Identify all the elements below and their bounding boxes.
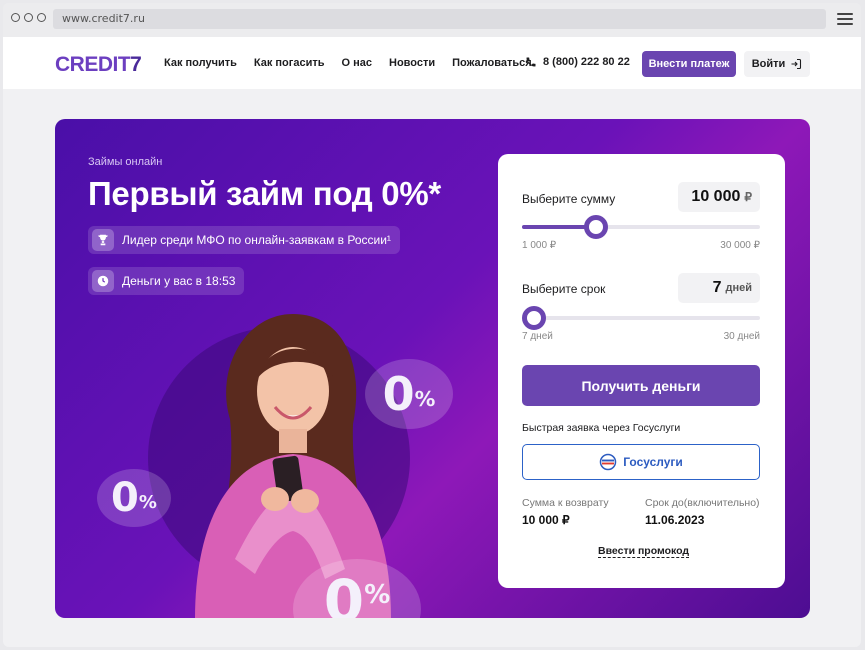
window-dot-icon[interactable] — [24, 13, 33, 22]
due-value: 11.06.2023 — [645, 513, 705, 527]
logo[interactable]: CREDIT7 — [55, 53, 142, 77]
hero-subtitle: Займы онлайн — [88, 156, 163, 168]
amount-min: 1 000 ₽ — [522, 240, 557, 251]
return-label: Сумма к возврату — [522, 497, 609, 509]
nav-link-news[interactable]: Новости — [389, 57, 435, 69]
gosuslugi-caption: Быстрая заявка через Госуслуги — [522, 422, 681, 434]
percent-sign: % — [364, 580, 391, 611]
time-badge: Деньги у вас в 18:53 — [88, 267, 245, 295]
zero-digit: 0 — [111, 475, 139, 521]
logo-seven: 7 — [130, 53, 142, 76]
nav-link-complain[interactable]: Пожаловаться — [452, 57, 532, 69]
site-header: CREDIT7 Как получить Как погасить О нас … — [3, 37, 861, 89]
percent-sign: % — [138, 492, 157, 513]
zero-digit: 0 — [323, 567, 365, 618]
window-dot-icon[interactable] — [37, 13, 46, 22]
window-controls — [11, 13, 46, 22]
phone-icon — [526, 57, 536, 67]
term-min: 7 дней — [522, 331, 553, 342]
percent-sign: % — [414, 387, 436, 412]
trophy-icon — [92, 229, 114, 251]
time-badge-text: Деньги у вас в 18:53 — [122, 274, 236, 288]
nav-link-how-to-get[interactable]: Как получить — [164, 57, 237, 69]
loan-calculator: Выберите сумму 10 000 ₽ 1 000 ₽ 30 000 ₽… — [498, 154, 785, 588]
amount-field[interactable]: 10 000 ₽ — [678, 182, 760, 212]
leader-badge: Лидер среди МФО по онлайн-заявкам в Росс… — [88, 226, 400, 254]
zero-percent-badge: 0% — [365, 359, 453, 429]
term-unit: дней — [725, 282, 752, 294]
amount-slider-handle[interactable] — [583, 215, 608, 239]
main-nav: Как получить Как погасить О нас Новости … — [164, 57, 532, 69]
hamburger-menu-icon[interactable] — [837, 13, 853, 25]
phone-link[interactable]: 8 (800) 222 80 22 — [525, 56, 630, 68]
term-max: 30 дней — [723, 331, 760, 342]
clock-icon — [92, 270, 114, 292]
gosuslugi-logo-icon — [599, 453, 617, 471]
zero-digit: 0 — [382, 367, 415, 421]
browser-window: www.credit7.ru CREDIT7 Как получить Как … — [3, 3, 861, 647]
term-slider[interactable] — [522, 306, 760, 330]
enter-promo-link[interactable]: Ввести промокод — [598, 545, 690, 558]
amount-value: 10 000 — [691, 188, 741, 205]
zero-percent-badge: 0% — [97, 469, 171, 527]
gosuslugi-label: Госуслуги — [623, 455, 683, 469]
hero-banner: Займы онлайн Первый займ под 0%* Лидер с… — [55, 119, 810, 618]
term-value: 7 — [712, 279, 722, 296]
logo-text: CREDIT — [55, 53, 131, 76]
term-label: Выберите срок — [522, 282, 606, 296]
term-field[interactable]: 7 дней — [678, 273, 760, 303]
amount-max: 30 000 ₽ — [720, 240, 760, 251]
amount-currency: ₽ — [744, 190, 752, 204]
browser-toolbar: www.credit7.ru — [3, 3, 861, 37]
term-slider-handle[interactable] — [522, 306, 546, 330]
nav-link-about[interactable]: О нас — [342, 57, 373, 69]
make-payment-button[interactable]: Внести платеж — [642, 51, 736, 77]
gosuslugi-button[interactable]: Госуслуги — [522, 444, 760, 480]
login-icon — [791, 58, 802, 70]
login-label: Войти — [751, 58, 786, 70]
get-money-button[interactable]: Получить деньги — [522, 365, 760, 406]
amount-slider[interactable] — [522, 215, 760, 239]
phone-number: 8 (800) 222 80 22 — [543, 56, 630, 68]
amount-label: Выберите сумму — [522, 192, 616, 206]
due-label: Срок до(включительно) — [645, 497, 760, 509]
login-button[interactable]: Войти — [744, 51, 810, 77]
nav-link-how-to-repay[interactable]: Как погасить — [254, 57, 325, 69]
leader-badge-text: Лидер среди МФО по онлайн-заявкам в Росс… — [122, 233, 391, 247]
hero-title: Первый займ под 0%* — [88, 175, 441, 212]
address-bar[interactable]: www.credit7.ru — [53, 9, 826, 29]
window-dot-icon[interactable] — [11, 13, 20, 22]
return-value: 10 000 ₽ — [522, 513, 570, 527]
